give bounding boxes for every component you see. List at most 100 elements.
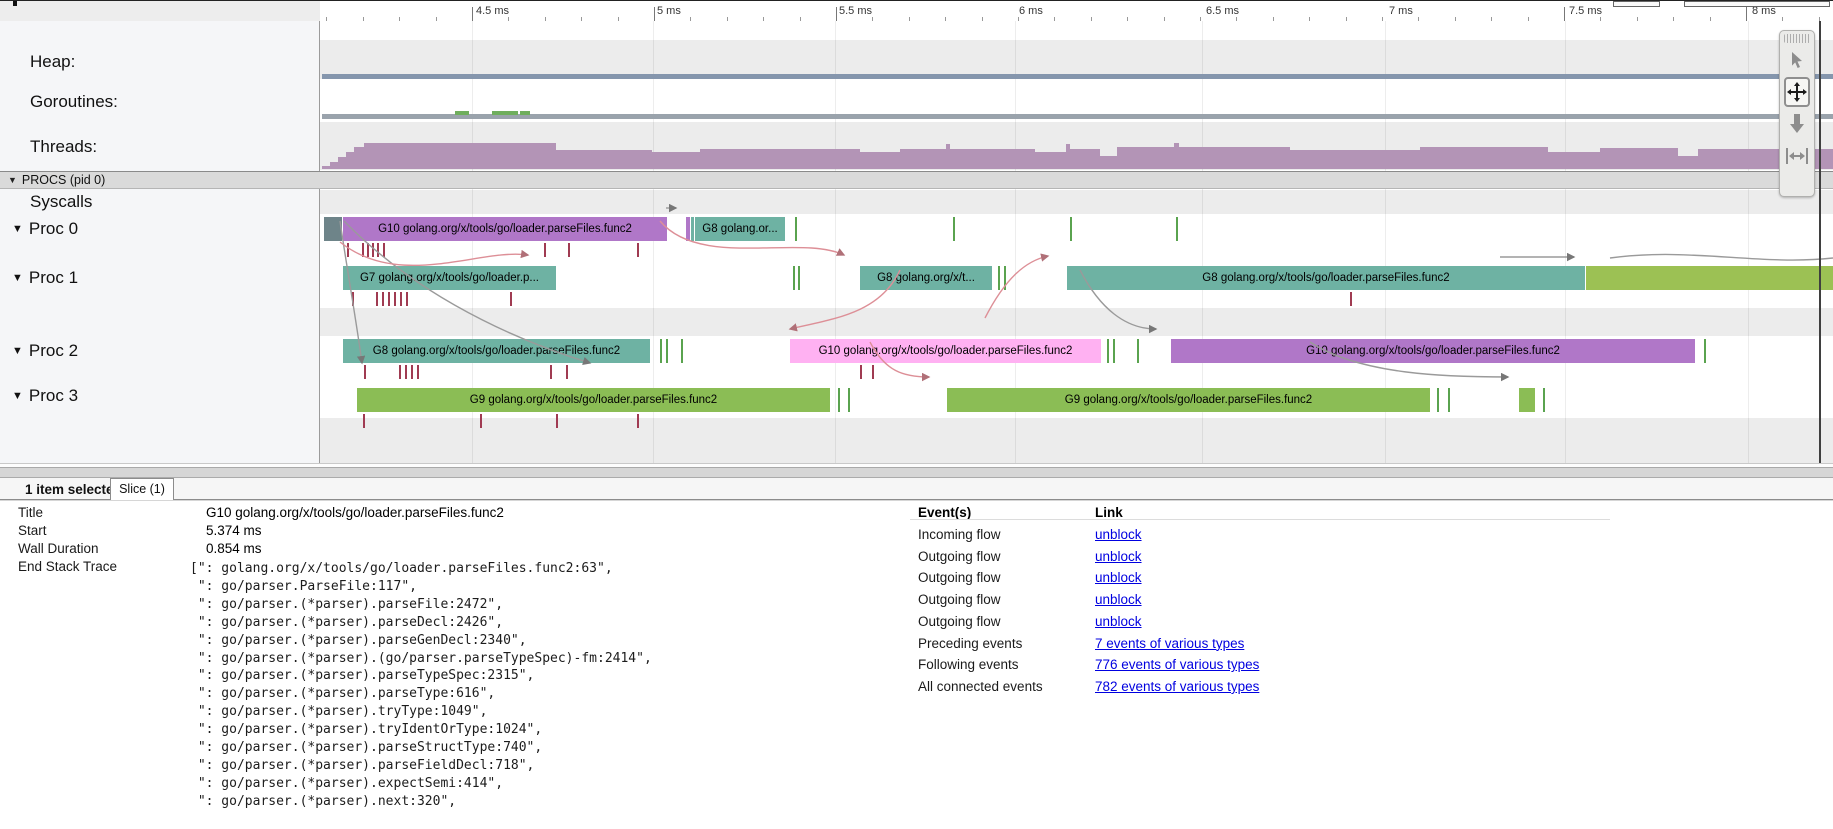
right-scrollbar-edge[interactable] bbox=[1819, 21, 1821, 463]
top-scrollbar-part-1[interactable] bbox=[1684, 1, 1830, 7]
slice-g8-proc1[interactable]: G8 golang.org/x/tools/go/loader.parseFil… bbox=[1067, 266, 1585, 290]
slice-small-proc0[interactable] bbox=[686, 217, 690, 241]
slice-g8-proc2[interactable]: G8 golang.org/x/tools/go/loader.parseFil… bbox=[343, 339, 650, 363]
stack-trace-line: ": go/parser.(*parser).parseDecl:2426", bbox=[190, 615, 503, 630]
ruler-major-tick bbox=[1746, 7, 1747, 21]
green-event-tick[interactable] bbox=[838, 388, 840, 412]
proc-label-0[interactable]: ▼Proc 0 bbox=[12, 219, 78, 239]
sample-tick bbox=[399, 365, 401, 379]
collapse-triangle-icon[interactable]: ▼ bbox=[12, 390, 23, 402]
stack-trace-line: ": go/parser.(*parser).tryIdentOrType:10… bbox=[190, 722, 542, 737]
detail-field-label-wall-duration: Wall Duration bbox=[18, 541, 99, 556]
collapse-triangle-icon[interactable]: ▼ bbox=[12, 272, 23, 284]
event-link[interactable]: 776 events of various types bbox=[1095, 657, 1259, 672]
slice-g8-proc0[interactable]: G8 golang.or... bbox=[695, 217, 785, 241]
collapse-triangle-icon: ▼ bbox=[8, 175, 17, 185]
sample-tick bbox=[362, 243, 364, 257]
sample-tick bbox=[480, 414, 482, 428]
track-band bbox=[320, 190, 1833, 214]
slice-small-proc1[interactable] bbox=[1586, 266, 1833, 290]
event-link[interactable]: 782 events of various types bbox=[1095, 679, 1259, 694]
green-event-tick[interactable] bbox=[1176, 217, 1178, 241]
select-tool-button[interactable] bbox=[1784, 45, 1810, 75]
ruler-tick-label-4: 6.5 ms bbox=[1206, 5, 1239, 17]
goroutines-green-speck bbox=[492, 111, 518, 115]
green-event-tick[interactable] bbox=[1004, 266, 1006, 290]
slice-g7-proc1[interactable]: G7 golang.org/x/tools/go/loader.p... bbox=[343, 266, 556, 290]
green-event-tick[interactable] bbox=[1704, 339, 1706, 363]
slice-g9-proc3[interactable]: G9 golang.org/x/tools/go/loader.parseFil… bbox=[947, 388, 1430, 412]
green-event-tick[interactable] bbox=[793, 266, 795, 290]
proc-label-2[interactable]: ▼Proc 2 bbox=[12, 341, 78, 361]
green-event-tick[interactable] bbox=[953, 217, 955, 241]
detail-field-label-end-stack-trace: End Stack Trace bbox=[18, 559, 117, 574]
events-header-underline bbox=[910, 519, 1610, 520]
slice-g9-proc3[interactable]: G9 golang.org/x/tools/go/loader.parseFil… bbox=[357, 388, 830, 412]
table-top-border bbox=[0, 500, 1833, 501]
green-event-tick[interactable] bbox=[798, 266, 800, 290]
proc-label-3[interactable]: ▼Proc 3 bbox=[12, 386, 78, 406]
event-link[interactable]: unblock bbox=[1095, 592, 1142, 607]
track-band bbox=[320, 308, 1833, 336]
tab-slice[interactable]: Slice (1) bbox=[110, 478, 174, 500]
move-cross-icon bbox=[1787, 82, 1807, 102]
sample-tick bbox=[383, 243, 385, 257]
pan-tool-button[interactable] bbox=[1784, 77, 1810, 107]
timeline-canvas[interactable]: G10 golang.org/x/tools/go/loader.parseFi… bbox=[320, 21, 1833, 463]
event-link[interactable]: unblock bbox=[1095, 549, 1142, 564]
sample-tick bbox=[394, 292, 396, 306]
event-link[interactable]: unblock bbox=[1095, 570, 1142, 585]
green-event-tick[interactable] bbox=[1137, 339, 1139, 363]
timing-tool-button[interactable] bbox=[1784, 141, 1810, 171]
sample-tick bbox=[510, 292, 512, 306]
proc-label-1[interactable]: ▼Proc 1 bbox=[12, 268, 78, 288]
event-link[interactable]: 7 events of various types bbox=[1095, 636, 1244, 651]
event-link[interactable]: unblock bbox=[1095, 527, 1142, 542]
stack-trace-line: [": golang.org/x/tools/go/loader.parseFi… bbox=[190, 561, 613, 576]
green-event-tick[interactable] bbox=[795, 217, 797, 241]
slice-small-proc3[interactable] bbox=[1519, 388, 1535, 412]
stack-trace-line: ": go/parser.(*parser).parseStructType:7… bbox=[190, 740, 542, 755]
top-scrollbar-part-0[interactable] bbox=[1613, 1, 1660, 7]
heap-chart[interactable] bbox=[322, 74, 1833, 79]
event-row-label: Following events bbox=[918, 657, 1019, 672]
stack-trace-line: ": go/parser.(*parser).parseTypeSpec:231… bbox=[190, 668, 534, 683]
slice-g10-proc2[interactable]: G10 golang.org/x/tools/go/loader.parseFi… bbox=[790, 339, 1101, 363]
sample-tick bbox=[363, 414, 365, 428]
sample-tick bbox=[568, 243, 570, 257]
zoom-tool-button[interactable] bbox=[1784, 109, 1810, 139]
goroutines-chart[interactable] bbox=[322, 114, 1833, 119]
green-event-tick[interactable] bbox=[848, 388, 850, 412]
green-event-tick[interactable] bbox=[1070, 217, 1072, 241]
green-event-tick[interactable] bbox=[1107, 339, 1109, 363]
green-event-tick[interactable] bbox=[998, 266, 1000, 290]
sample-tick bbox=[860, 365, 862, 379]
procs-section-header[interactable]: ▼PROCS (pid 0) bbox=[0, 171, 1833, 189]
panel-splitter[interactable] bbox=[0, 467, 1833, 478]
sample-tick bbox=[347, 243, 349, 257]
collapse-triangle-icon[interactable]: ▼ bbox=[12, 345, 23, 357]
slice-small-proc0[interactable] bbox=[691, 217, 694, 241]
ruler-major-tick bbox=[1564, 7, 1565, 21]
slice-small-proc0[interactable] bbox=[324, 217, 342, 241]
slice-g8-proc1[interactable]: G8 golang.org/x/t... bbox=[860, 266, 992, 290]
green-event-tick[interactable] bbox=[660, 339, 662, 363]
detail-field-label-title: Title bbox=[18, 505, 43, 520]
gridline bbox=[835, 21, 836, 463]
collapse-triangle-icon[interactable]: ▼ bbox=[12, 223, 23, 235]
slice-g10-proc2[interactable]: G10 golang.org/x/tools/go/loader.parseFi… bbox=[1171, 339, 1695, 363]
events-col-header: Event(s) bbox=[918, 505, 971, 520]
track-label-pane: Heap:Goroutines:Threads:Syscalls▼Proc 0▼… bbox=[0, 21, 320, 463]
event-link[interactable]: unblock bbox=[1095, 614, 1142, 629]
sample-tick bbox=[405, 365, 407, 379]
green-event-tick[interactable] bbox=[681, 339, 683, 363]
green-event-tick[interactable] bbox=[1113, 339, 1115, 363]
stack-trace-line: ": go/parser.(*parser).tryType:1049", bbox=[190, 704, 487, 719]
slice-g10-proc0[interactable]: G10 golang.org/x/tools/go/loader.parseFi… bbox=[343, 217, 667, 241]
green-event-tick[interactable] bbox=[1543, 388, 1545, 412]
green-event-tick[interactable] bbox=[1448, 388, 1450, 412]
green-event-tick[interactable] bbox=[1437, 388, 1439, 412]
green-event-tick[interactable] bbox=[666, 339, 668, 363]
toolbar-grip-handle[interactable] bbox=[1784, 34, 1810, 43]
stats-row-label-1: Goroutines: bbox=[30, 92, 118, 112]
